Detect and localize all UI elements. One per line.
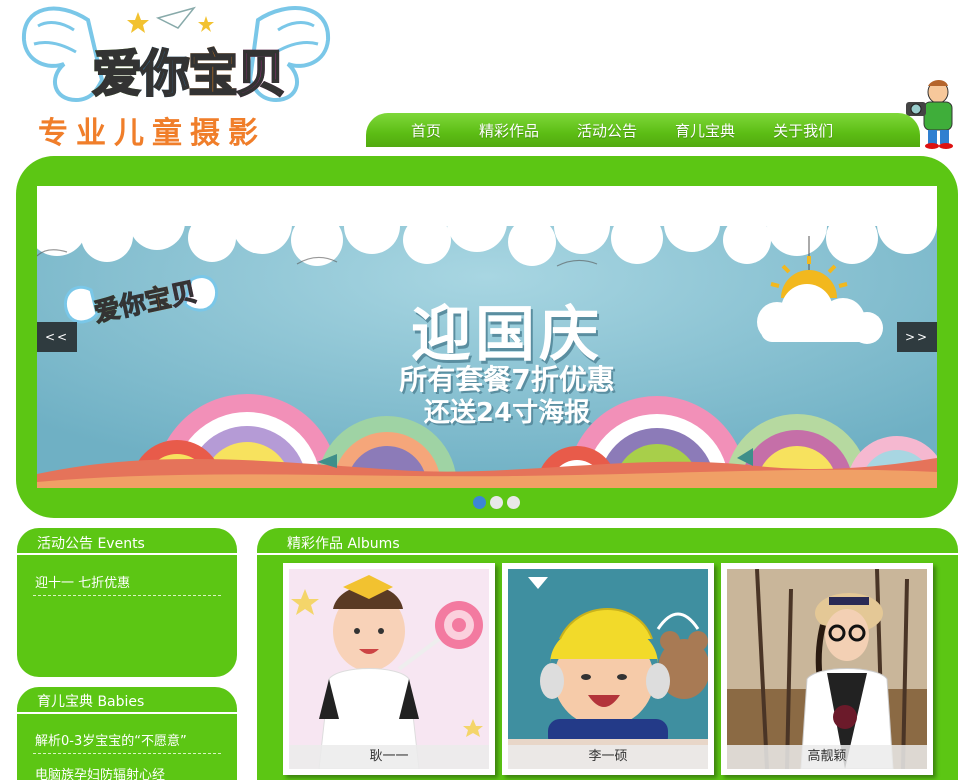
events-panel-title: 活动公告 Events: [37, 536, 145, 552]
slider-dot-3[interactable]: [507, 496, 520, 509]
albums-panel-title: 精彩作品 Albums: [287, 536, 400, 552]
banner-logo: 爱你宝贝: [61, 260, 221, 344]
slider-dots: [473, 496, 520, 509]
album-caption-3: 高靓颖: [727, 745, 927, 769]
slider-prev-button[interactable]: <<: [37, 322, 77, 352]
nav-albums[interactable]: 精彩作品: [460, 120, 558, 141]
logo-slogan: 专业儿童摄影: [38, 116, 266, 151]
album-card-3[interactable]: 高靓颖: [721, 563, 933, 775]
slider-dot-2[interactable]: [490, 496, 503, 509]
parenting-item-divider: [33, 753, 221, 754]
nav-about[interactable]: 关于我们: [754, 120, 852, 141]
events-item-divider: [33, 595, 221, 596]
albums-title-divider: [257, 553, 958, 555]
album-photo-3: 高靓颖: [727, 569, 927, 769]
parenting-title-divider: [17, 712, 237, 714]
album-photo-1: 耿一一: [289, 569, 489, 769]
album-photo-2: 李一硕: [508, 569, 708, 769]
nav-events[interactable]: 活动公告: [558, 120, 656, 141]
parenting-panel: 育儿宝典 Babies 解析0-3岁宝宝的“不愿意” 电脑族孕妇防辐射心经: [17, 687, 237, 780]
events-panel: 活动公告 Events 迎十一 七折优惠: [17, 528, 237, 677]
parenting-panel-title: 育儿宝典 Babies: [37, 694, 145, 710]
banner-slide[interactable]: 爱你宝贝 迎国庆 所有套餐7折优惠 还送24寸海报: [37, 186, 937, 488]
album-card-1[interactable]: 耿一一: [283, 563, 495, 775]
logo-text: 爱你宝贝: [91, 34, 287, 106]
events-item-1[interactable]: 迎十一 七折优惠: [35, 572, 130, 591]
album-caption-1: 耿一一: [289, 745, 489, 769]
parenting-item-2[interactable]: 电脑族孕妇防辐射心经: [35, 764, 165, 780]
nav-parenting[interactable]: 育儿宝典: [656, 120, 754, 141]
album-caption-2: 李一硕: [508, 745, 708, 769]
banner-promo-line-2: 还送24寸海报: [423, 398, 591, 428]
events-title-divider: [17, 553, 237, 555]
album-card-2[interactable]: 李一硕: [502, 563, 714, 775]
main-nav: 首页 精彩作品 活动公告 育儿宝典 关于我们: [366, 113, 920, 147]
site-logo[interactable]: 爱你宝贝 专业儿童摄影: [18, 0, 336, 151]
nav-home[interactable]: 首页: [392, 120, 460, 141]
slider-next-button[interactable]: >>: [897, 322, 937, 352]
slider-dot-1[interactable]: [473, 496, 486, 509]
parenting-item-1[interactable]: 解析0-3岁宝宝的“不愿意”: [35, 730, 187, 749]
